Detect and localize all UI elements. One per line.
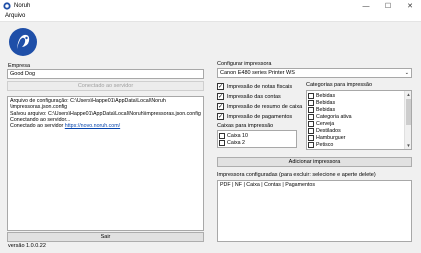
- log-line-text: Conectado ao servidor: [10, 123, 65, 130]
- option-payments-printing[interactable]: ✓ Impressão de pagamentos: [217, 113, 292, 120]
- checkbox-checked-icon[interactable]: ✓: [217, 113, 224, 120]
- log-line: Conectado ao servidor https://novo.noruh…: [10, 123, 201, 129]
- version-label: versão 1.0.0.22: [8, 243, 46, 249]
- menu-bar: Arquivo: [0, 12, 421, 22]
- exit-button[interactable]: Sair: [7, 232, 204, 242]
- list-item-label: Cerveja: [316, 120, 335, 127]
- checkbox-icon[interactable]: [308, 120, 314, 127]
- company-input[interactable]: Good Dog: [7, 69, 204, 79]
- checkbox-icon[interactable]: [308, 106, 314, 113]
- option-invoice-printing[interactable]: ✓ Impressão de notas fiscais: [217, 83, 292, 90]
- chevron-down-icon: ⌄: [404, 70, 409, 76]
- printer-config-label: Configurar impressora: [217, 61, 272, 67]
- list-item[interactable]: Bebidas: [307, 106, 411, 113]
- server-link[interactable]: https://novo.noruh.com/: [65, 123, 120, 129]
- list-item-label: Categoria ativa: [316, 113, 352, 120]
- list-item[interactable]: Cerveja: [307, 120, 411, 127]
- list-item-label: Petisco: [316, 141, 334, 148]
- categories-scrollbar[interactable]: ▲ ▼: [404, 91, 411, 149]
- checkbox-checked-icon[interactable]: ✓: [217, 83, 224, 90]
- minimize-button[interactable]: —: [355, 0, 377, 12]
- checkbox-checked-icon[interactable]: ✓: [217, 93, 224, 100]
- list-item-label: Caixa 10: [227, 132, 248, 139]
- list-item[interactable]: Bebidas: [307, 92, 411, 99]
- checkbox-icon[interactable]: [308, 113, 314, 120]
- list-item[interactable]: Hamburguer: [307, 134, 411, 141]
- window-title: Noruh: [14, 3, 31, 9]
- option-label: Impressão de resumo de caixa: [227, 103, 303, 110]
- checkbox-icon[interactable]: [308, 99, 314, 106]
- connect-server-button[interactable]: Conectado ao servidor: [7, 81, 204, 91]
- printer-select[interactable]: Canon E480 series Printer WS ⌄: [217, 68, 412, 78]
- categories-label: Categorias para impressão: [306, 82, 373, 88]
- option-label: Impressão de notas fiscais: [227, 83, 293, 90]
- list-item[interactable]: Caixa 10: [218, 132, 296, 139]
- list-item-label: Hamburguer: [316, 134, 346, 141]
- app-icon: [3, 2, 11, 10]
- close-button[interactable]: ✕: [399, 0, 421, 12]
- list-item-label: Destilados: [316, 127, 341, 134]
- checkbox-icon[interactable]: [308, 127, 314, 134]
- menu-file[interactable]: Arquivo: [5, 13, 25, 19]
- log-line: Salvou arquivo: C:\Users\Happe01\AppData…: [10, 110, 201, 117]
- list-item[interactable]: Bebidas: [307, 99, 411, 106]
- option-cash-summary-printing[interactable]: ✓ Impressão de resumo de caixa: [217, 103, 302, 110]
- scroll-thumb[interactable]: [406, 99, 411, 125]
- printer-select-value: Canon E480 series Printer WS: [220, 70, 295, 76]
- checkbox-icon[interactable]: [219, 132, 225, 139]
- list-item[interactable]: Caixa 2: [218, 139, 296, 146]
- option-label: Impressão de pagamentos: [227, 113, 293, 120]
- checkbox-checked-icon[interactable]: ✓: [217, 103, 224, 110]
- maximize-button[interactable]: ☐: [377, 0, 399, 12]
- configured-printers-label: Impressora configuradas (para excluir: s…: [217, 172, 376, 178]
- list-item[interactable]: PDF | NF | Caixa | Contas | Pagamentos: [220, 182, 409, 188]
- categories-list[interactable]: Bebidas Bebidas Bebidas Categoria ativa …: [306, 90, 412, 150]
- list-item-label: Bebidas: [316, 92, 336, 99]
- title-bar: Noruh — ☐ ✕: [0, 0, 421, 12]
- list-item-label: Caixa 2: [227, 139, 245, 146]
- list-item[interactable]: Destilados: [307, 127, 411, 134]
- cash-boxes-label: Caixas para impressão: [217, 123, 274, 129]
- checkbox-icon[interactable]: [219, 139, 225, 146]
- noruh-logo-icon: [9, 28, 37, 56]
- log-output: Arquivo de configuração: C:\Users\Happe0…: [7, 96, 204, 231]
- scroll-up-icon[interactable]: ▲: [405, 91, 411, 98]
- list-item-label: Bebidas: [316, 99, 336, 106]
- checkbox-icon[interactable]: [308, 141, 314, 148]
- checkbox-icon[interactable]: [308, 134, 314, 141]
- add-printer-button[interactable]: Adicionar impressora: [217, 157, 412, 167]
- option-bills-printing[interactable]: ✓ Impressão das contas: [217, 93, 281, 100]
- cash-boxes-list[interactable]: Caixa 10 Caixa 2: [217, 130, 297, 148]
- list-item-label: Bebidas: [316, 106, 336, 113]
- window-controls: — ☐ ✕: [355, 0, 421, 12]
- list-item[interactable]: Petisco: [307, 141, 411, 148]
- checkbox-icon[interactable]: [308, 92, 314, 99]
- scroll-down-icon[interactable]: ▼: [405, 142, 411, 149]
- option-label: Impressão das contas: [227, 93, 281, 100]
- configured-printers-list[interactable]: PDF | NF | Caixa | Contas | Pagamentos: [217, 180, 412, 242]
- list-item[interactable]: Categoria ativa: [307, 113, 411, 120]
